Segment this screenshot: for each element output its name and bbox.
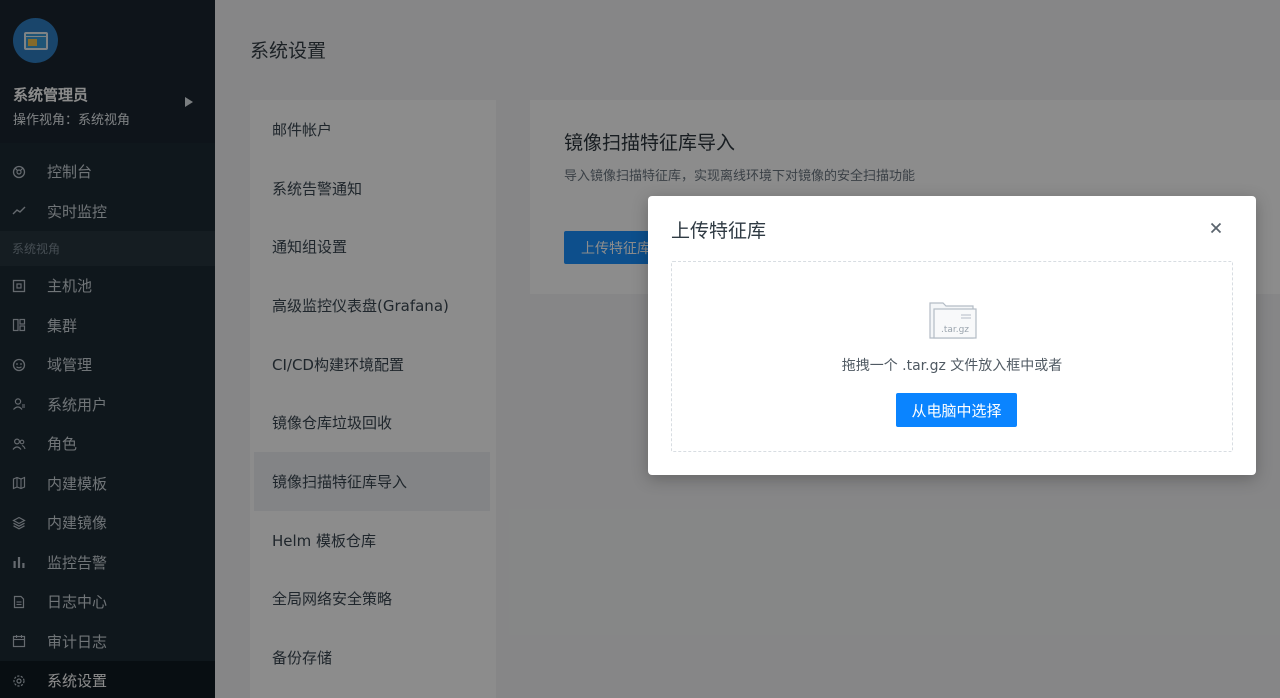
choose-file-button[interactable]: 从电脑中选择 bbox=[896, 393, 1017, 427]
drop-hint-text: 拖拽一个 .tar.gz 文件放入框中或者 bbox=[841, 358, 1063, 374]
modal-title: 上传特征库 bbox=[671, 220, 767, 242]
folder-file-icon: .tar.gz bbox=[929, 302, 977, 339]
file-icon-label: .tar.gz bbox=[941, 325, 969, 335]
close-icon[interactable] bbox=[1206, 218, 1226, 238]
file-dropzone[interactable]: .tar.gz 拖拽一个 .tar.gz 文件放入框中或者 从电脑中选择 bbox=[671, 261, 1233, 452]
upload-modal: 上传特征库 .tar.gz 拖拽一个 .tar.gz 文件放入框中或者 从电脑中… bbox=[648, 196, 1256, 475]
